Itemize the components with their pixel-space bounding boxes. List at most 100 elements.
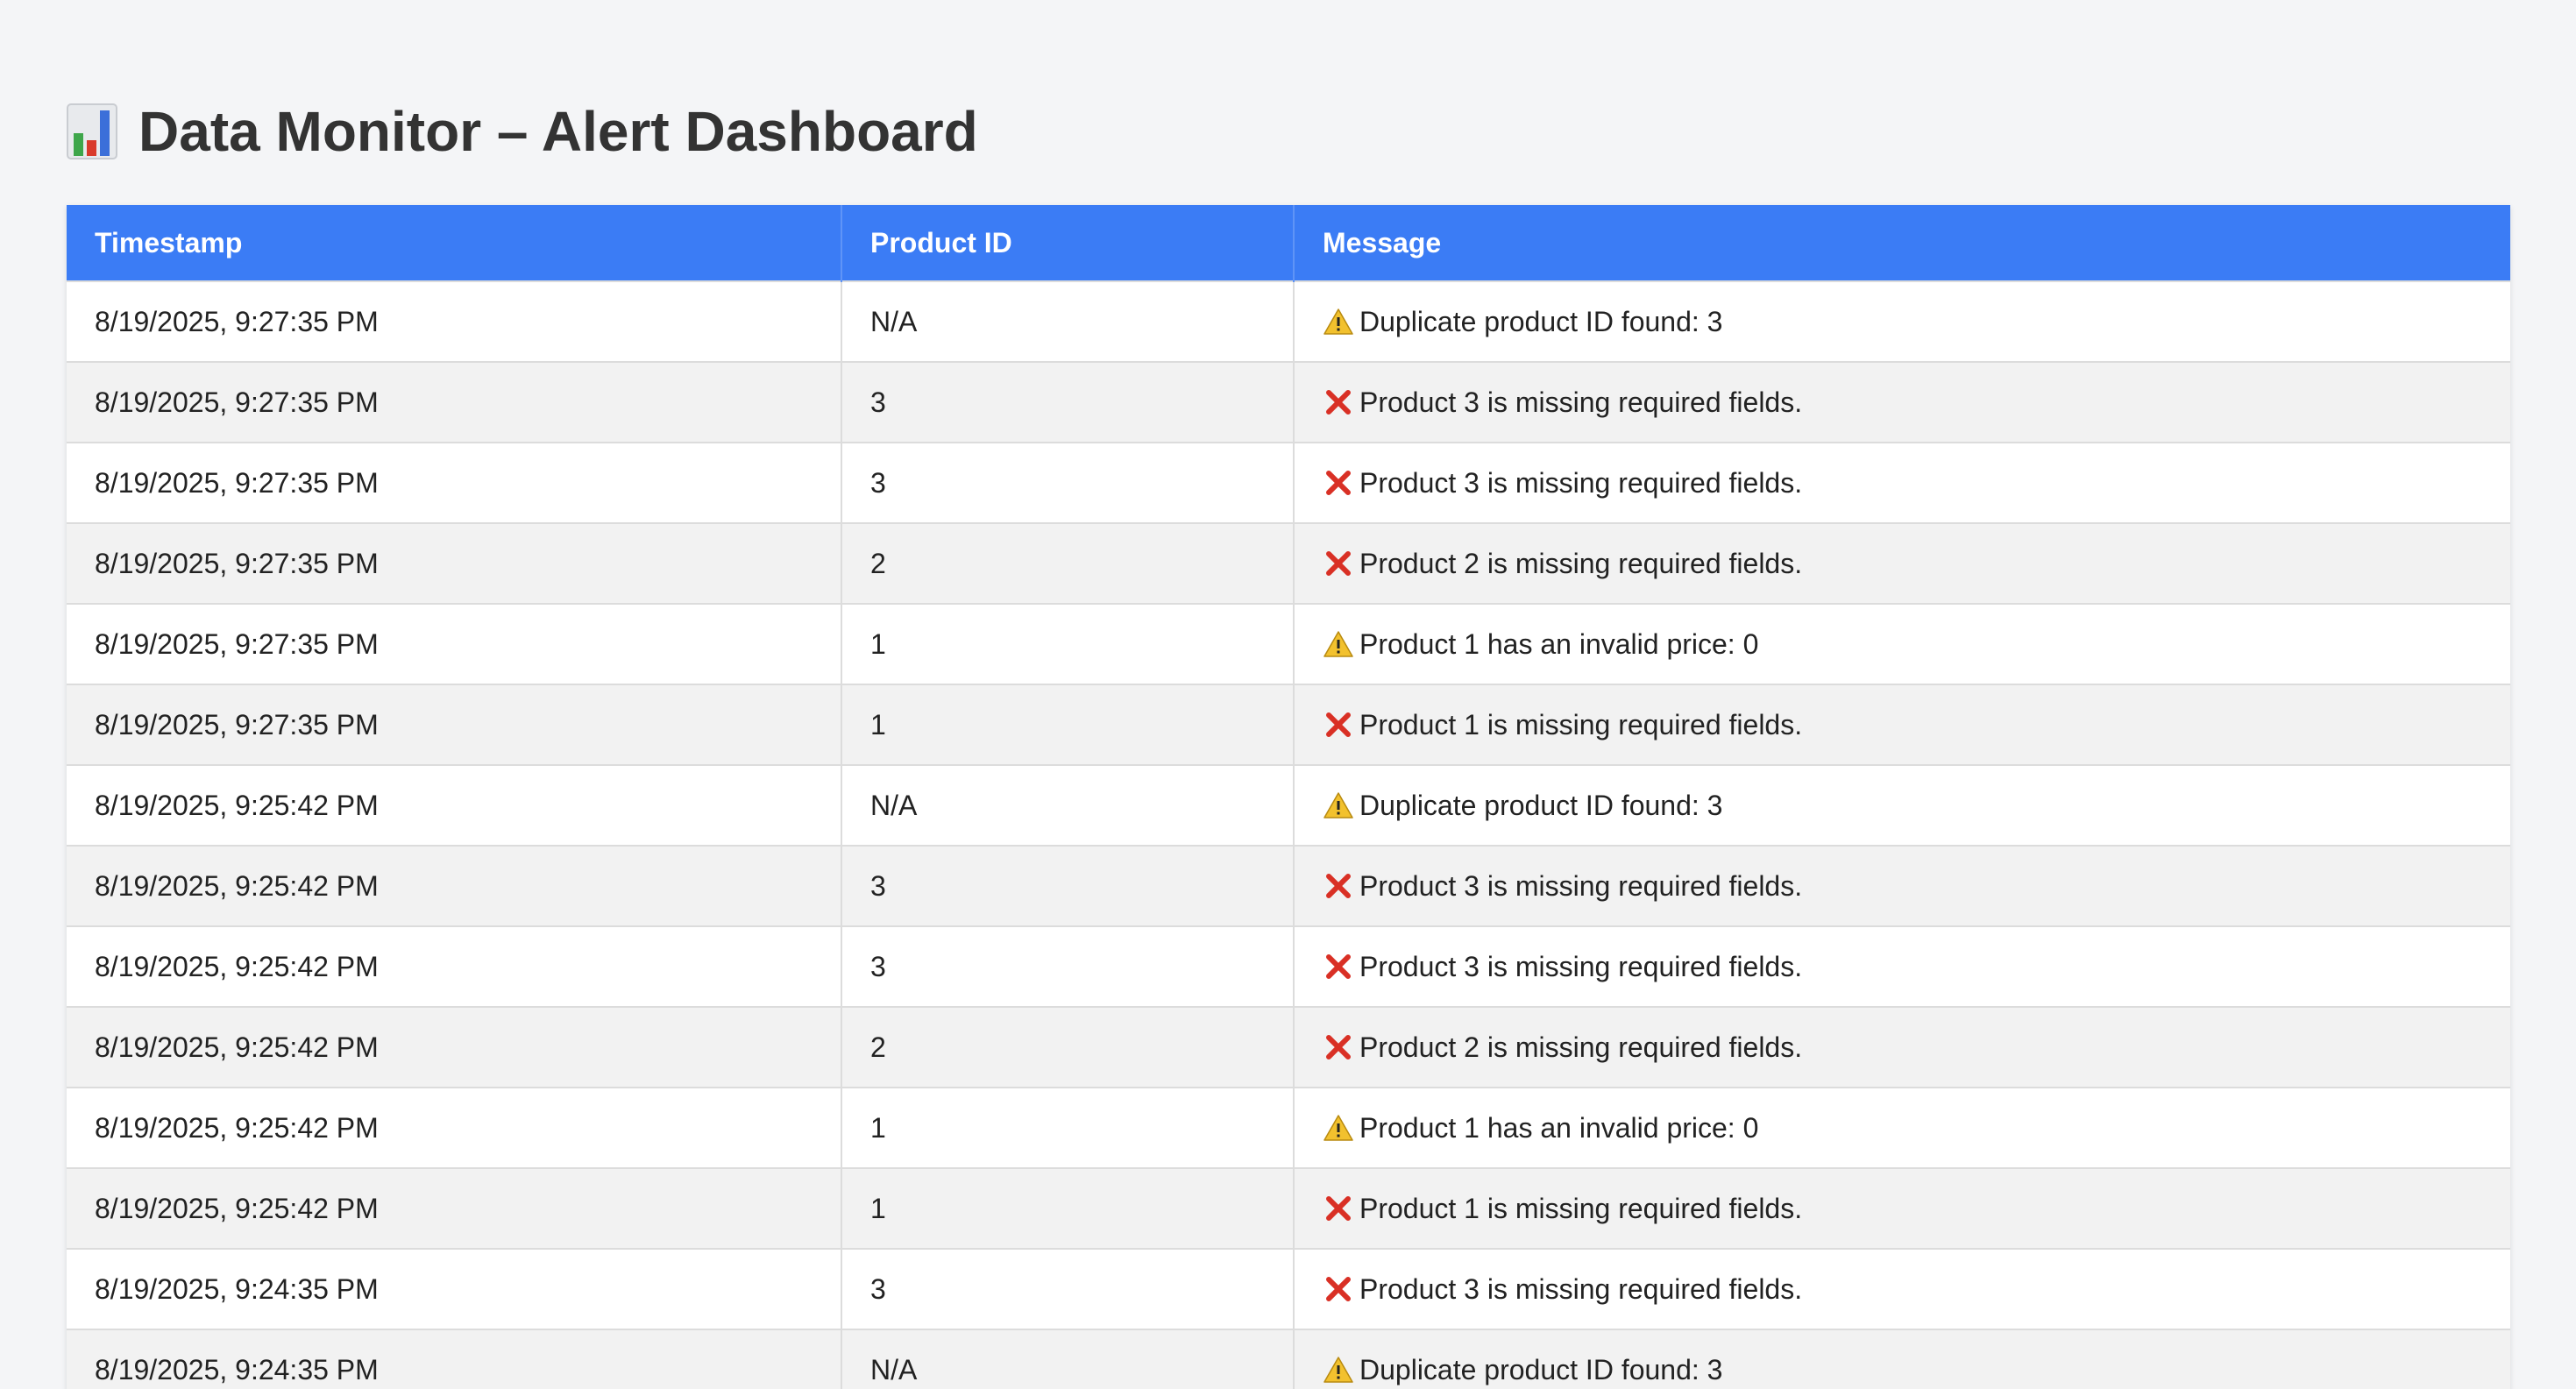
table-row: 8/19/2025, 9:27:35 PM N/A Duplicate produc…	[67, 280, 2510, 362]
message-content: Product 3 is missing required fields.	[1323, 951, 2482, 983]
product-id-cell: 1	[841, 684, 1295, 765]
table-row: 8/19/2025, 9:24:35 PM 3 Product 3 is missi…	[67, 1248, 2510, 1329]
column-header-message: Message	[1294, 205, 2510, 281]
message-content: Duplicate product ID found: 3	[1323, 1354, 2482, 1386]
table-header: Timestamp Product ID Message	[67, 205, 2510, 281]
timestamp-cell: 8/19/2025, 9:24:35 PM	[67, 1329, 842, 1389]
message-cell: Product 2 is missing required fields.	[1294, 1006, 2510, 1088]
timestamp-cell: 8/19/2025, 9:24:35 PM	[67, 1248, 842, 1329]
error-x-icon	[1323, 548, 1354, 579]
message-cell: Product 3 is missing required fields.	[1294, 845, 2510, 926]
page-header: Data Monitor – Alert Dashboard	[67, 95, 978, 168]
message-content: Product 1 has an invalid price: 0	[1323, 628, 2482, 661]
message-content: Duplicate product ID found: 3	[1323, 306, 2482, 338]
product-id-cell: 2	[841, 522, 1295, 604]
product-id-cell: 3	[841, 845, 1295, 926]
message-cell: Product 1 has an invalid price: 0	[1294, 603, 2510, 684]
column-header-product-id: Product ID	[841, 205, 1295, 281]
warning-icon	[1323, 1354, 1354, 1385]
message-cell: Product 1 is missing required fields.	[1294, 684, 2510, 765]
error-x-icon	[1323, 467, 1354, 499]
timestamp-cell: 8/19/2025, 9:27:35 PM	[67, 522, 842, 604]
product-id-cell: 3	[841, 361, 1295, 443]
message-text: Product 1 has an invalid price: 0	[1359, 1111, 1759, 1144]
timestamp-cell: 8/19/2025, 9:25:42 PM	[67, 1167, 842, 1249]
message-cell: Product 3 is missing required fields.	[1294, 925, 2510, 1007]
message-cell: Product 2 is missing required fields.	[1294, 522, 2510, 604]
product-id-cell: 1	[841, 1087, 1295, 1168]
column-header-timestamp: Timestamp	[67, 205, 842, 281]
message-text: Product 1 is missing required fields.	[1359, 708, 1803, 741]
warning-icon	[1323, 306, 1354, 337]
table-row: 8/19/2025, 9:27:35 PM 1 Product 1 has an i…	[67, 603, 2510, 684]
table-row: 8/19/2025, 9:27:35 PM 1 Product 1 is missi…	[67, 684, 2510, 765]
table-row: 8/19/2025, 9:25:42 PM 2 Product 2 is missi…	[67, 1006, 2510, 1088]
header-row: Timestamp Product ID Message	[67, 205, 2510, 281]
message-content: Product 1 is missing required fields.	[1323, 709, 2482, 741]
message-content: Product 1 is missing required fields.	[1323, 1193, 2482, 1225]
table-row: 8/19/2025, 9:25:42 PM 1 Product 1 is missi…	[67, 1167, 2510, 1249]
alerts-table-container: Timestamp Product ID Message 8/19/2025, …	[67, 205, 2510, 1389]
message-cell: Product 3 is missing required fields.	[1294, 1248, 2510, 1329]
timestamp-cell: 8/19/2025, 9:25:42 PM	[67, 1087, 842, 1168]
product-id-cell: 1	[841, 603, 1295, 684]
product-id-cell: N/A	[841, 1329, 1295, 1389]
table-row: 8/19/2025, 9:27:35 PM 3 Product 3 is missi…	[67, 361, 2510, 443]
warning-icon	[1323, 628, 1354, 660]
message-content: Duplicate product ID found: 3	[1323, 790, 2482, 822]
product-id-cell: 3	[841, 442, 1295, 523]
bar-chart-icon	[67, 103, 117, 159]
message-content: Product 3 is missing required fields.	[1323, 386, 2482, 419]
product-id-cell: 2	[841, 1006, 1295, 1088]
timestamp-cell: 8/19/2025, 9:27:35 PM	[67, 684, 842, 765]
timestamp-cell: 8/19/2025, 9:25:42 PM	[67, 1006, 842, 1088]
page-title: Data Monitor – Alert Dashboard	[138, 100, 978, 163]
table-body: 8/19/2025, 9:27:35 PM N/A Duplicate produc…	[67, 280, 2510, 1389]
timestamp-cell: 8/19/2025, 9:27:35 PM	[67, 442, 842, 523]
warning-icon	[1323, 1112, 1354, 1144]
table-row: 8/19/2025, 9:25:42 PM 1 Product 1 has an i…	[67, 1087, 2510, 1168]
message-text: Product 3 is missing required fields.	[1359, 869, 1803, 902]
error-x-icon	[1323, 386, 1354, 418]
message-text: Duplicate product ID found: 3	[1359, 1353, 1723, 1385]
product-id-cell: N/A	[841, 764, 1295, 846]
message-text: Product 1 has an invalid price: 0	[1359, 627, 1759, 660]
message-text: Duplicate product ID found: 3	[1359, 789, 1723, 821]
timestamp-cell: 8/19/2025, 9:27:35 PM	[67, 361, 842, 443]
product-id-cell: N/A	[841, 280, 1295, 362]
message-cell: Product 3 is missing required fields.	[1294, 442, 2510, 523]
message-content: Product 3 is missing required fields.	[1323, 1273, 2482, 1306]
message-text: Duplicate product ID found: 3	[1359, 305, 1723, 337]
table-row: 8/19/2025, 9:25:42 PM 3 Product 3 is missi…	[67, 925, 2510, 1007]
message-text: Product 3 is missing required fields.	[1359, 466, 1803, 499]
timestamp-cell: 8/19/2025, 9:25:42 PM	[67, 845, 842, 926]
message-text: Product 2 is missing required fields.	[1359, 1031, 1803, 1063]
message-content: Product 3 is missing required fields.	[1323, 467, 2482, 500]
message-cell: Product 1 is missing required fields.	[1294, 1167, 2510, 1249]
message-content: Product 2 is missing required fields.	[1323, 548, 2482, 580]
message-cell: Duplicate product ID found: 3	[1294, 280, 2510, 362]
message-cell: Product 3 is missing required fields.	[1294, 361, 2510, 443]
product-id-cell: 3	[841, 925, 1295, 1007]
error-x-icon	[1323, 709, 1354, 741]
message-cell: Duplicate product ID found: 3	[1294, 764, 2510, 846]
message-cell: Duplicate product ID found: 3	[1294, 1329, 2510, 1389]
error-x-icon	[1323, 1273, 1354, 1305]
table-row: 8/19/2025, 9:27:35 PM 2 Product 2 is missi…	[67, 522, 2510, 604]
alerts-table: Timestamp Product ID Message 8/19/2025, …	[67, 205, 2510, 1389]
message-content: Product 2 is missing required fields.	[1323, 1031, 2482, 1064]
message-text: Product 3 is missing required fields.	[1359, 386, 1803, 418]
product-id-cell: 1	[841, 1167, 1295, 1249]
message-content: Product 1 has an invalid price: 0	[1323, 1112, 2482, 1145]
table-row: 8/19/2025, 9:27:35 PM 3 Product 3 is missi…	[67, 442, 2510, 523]
timestamp-cell: 8/19/2025, 9:25:42 PM	[67, 925, 842, 1007]
error-x-icon	[1323, 1031, 1354, 1063]
warning-icon	[1323, 790, 1354, 821]
message-text: Product 1 is missing required fields.	[1359, 1192, 1803, 1224]
message-content: Product 3 is missing required fields.	[1323, 870, 2482, 903]
error-x-icon	[1323, 1193, 1354, 1224]
table-row: 8/19/2025, 9:24:35 PM N/A Duplicate produc…	[67, 1329, 2510, 1389]
message-text: Product 3 is missing required fields.	[1359, 950, 1803, 982]
alert-dashboard-page: Data Monitor – Alert Dashboard Timestamp…	[0, 0, 2576, 1389]
error-x-icon	[1323, 870, 1354, 902]
